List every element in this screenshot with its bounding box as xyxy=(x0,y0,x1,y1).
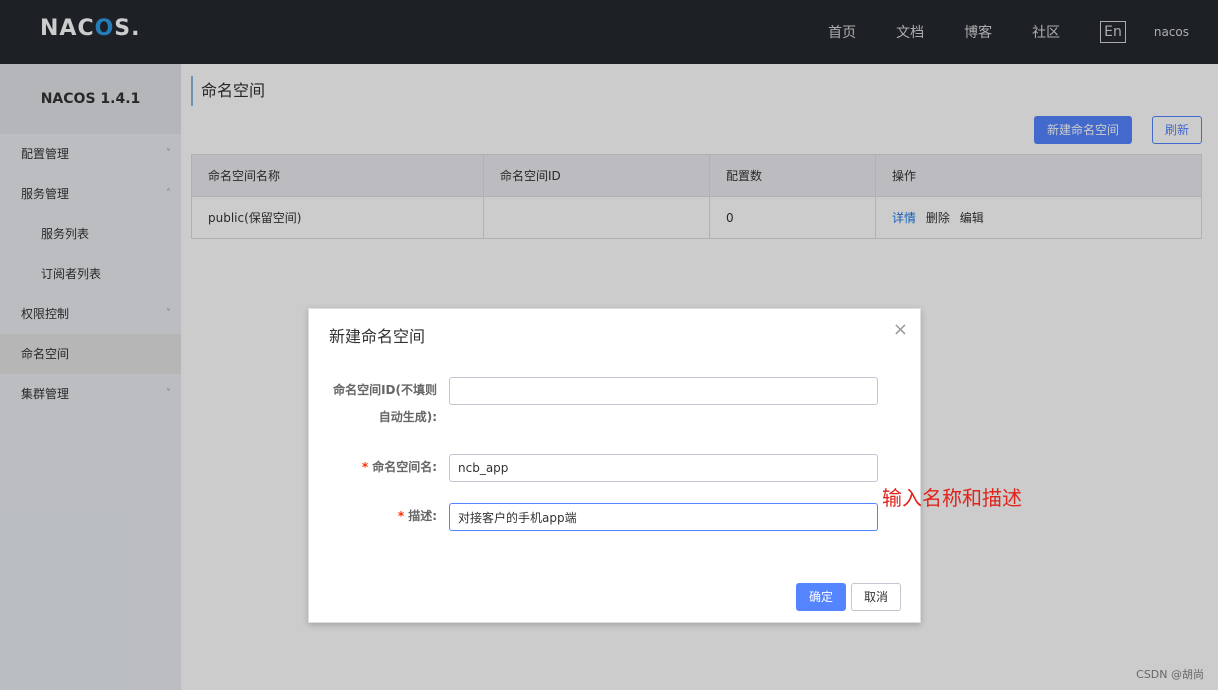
namespace-name-label: * 命名空间名: xyxy=(319,454,437,480)
required-mark: * xyxy=(397,509,405,523)
close-icon[interactable]: × xyxy=(893,319,908,340)
new-namespace-dialog: 新建命名空间 × 命名空间ID(不填则 自动生成): *命名空间名: *描述: … xyxy=(308,308,921,623)
confirm-button[interactable]: 确定 xyxy=(796,583,846,611)
cancel-button[interactable]: 取消 xyxy=(851,583,901,611)
description-input[interactable] xyxy=(449,503,878,531)
required-mark: * xyxy=(361,460,369,474)
description-label: * 描述: xyxy=(319,503,437,529)
namespace-id-label-line2: 自动生成): xyxy=(378,410,437,424)
watermark: CSDN @胡尚 xyxy=(1136,668,1204,681)
description-label-text: 描述: xyxy=(408,509,437,523)
dialog-title: 新建命名空间 xyxy=(329,327,426,346)
namespace-id-input[interactable] xyxy=(449,377,878,405)
namespace-id-label: 命名空间ID(不填则 自动生成): xyxy=(319,377,437,431)
namespace-name-label-text: 命名空间名: xyxy=(372,460,437,474)
annotation-text: 输入名称和描述 xyxy=(882,486,1022,510)
namespace-name-input[interactable] xyxy=(449,454,878,482)
namespace-id-label-line1: 命名空间ID(不填则 xyxy=(333,383,437,397)
